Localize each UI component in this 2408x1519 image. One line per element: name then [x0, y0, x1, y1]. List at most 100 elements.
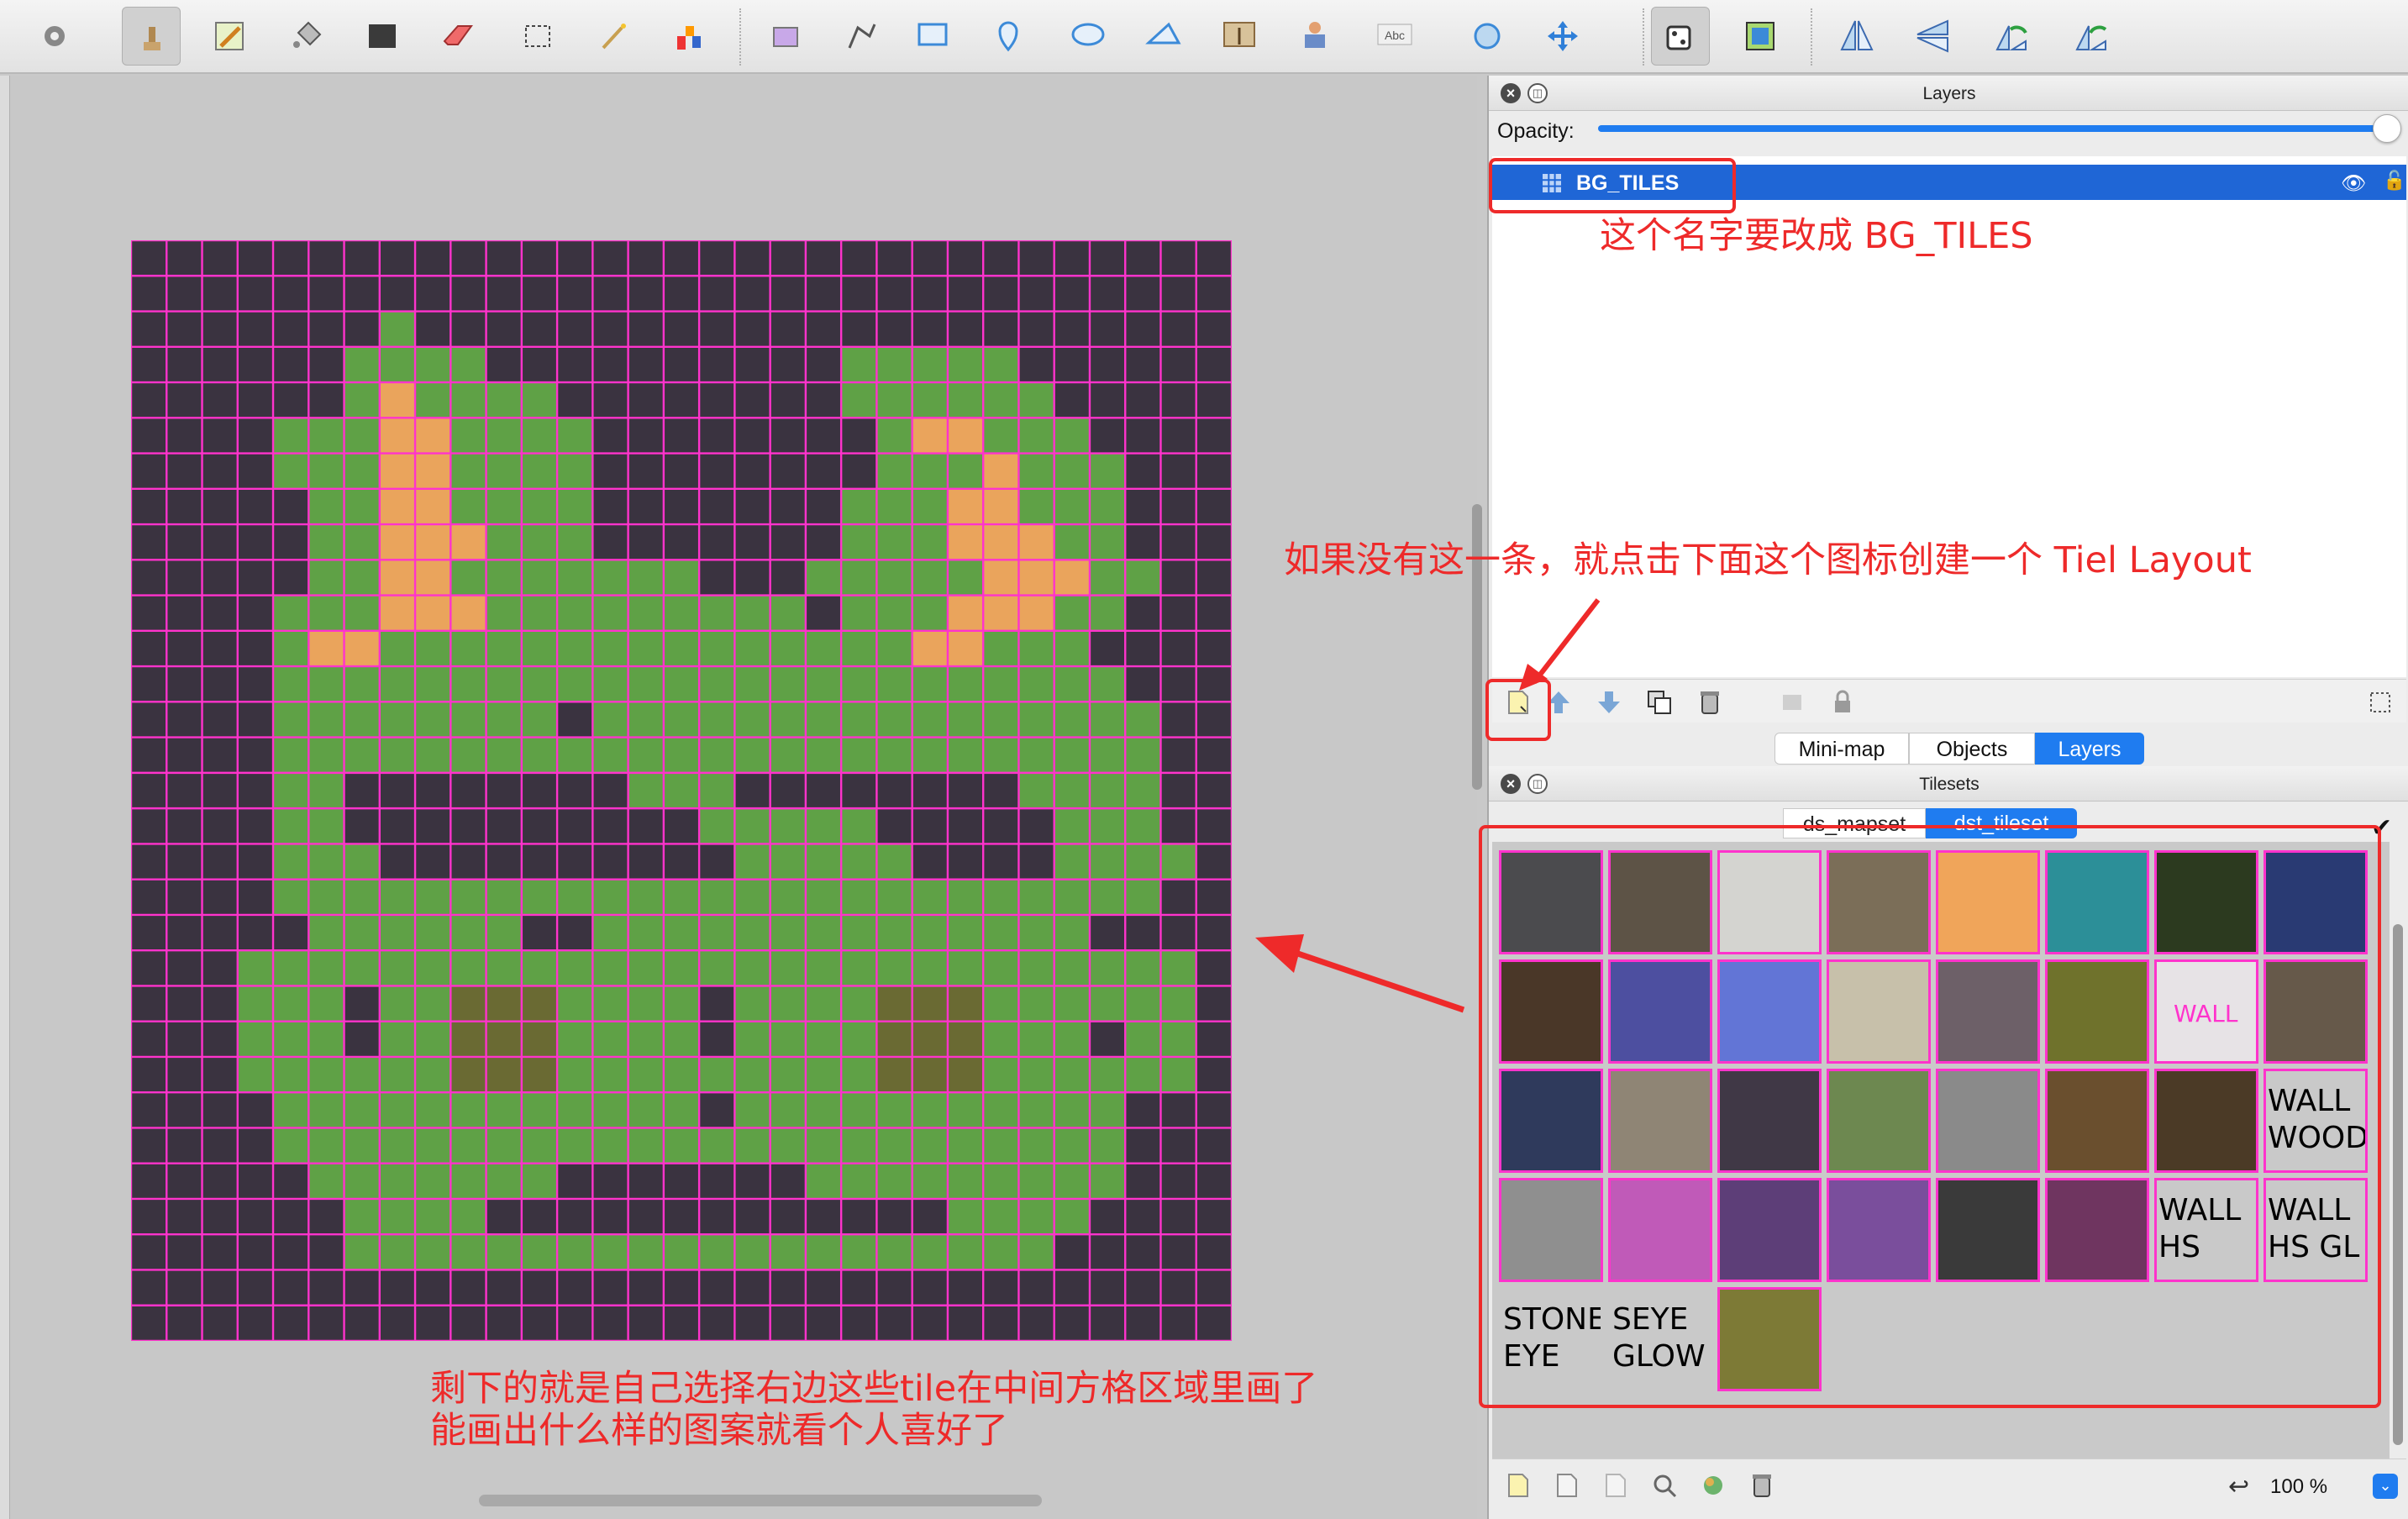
- map-tile[interactable]: [308, 240, 344, 276]
- map-tile[interactable]: [1125, 524, 1161, 560]
- map-tile[interactable]: [1125, 879, 1161, 915]
- map-tile[interactable]: [1125, 1234, 1161, 1270]
- map-tile[interactable]: [1125, 737, 1161, 773]
- map-tile[interactable]: [344, 1234, 380, 1270]
- map-tile[interactable]: [1160, 808, 1196, 844]
- map-tile[interactable]: [166, 311, 202, 347]
- map-tile[interactable]: [1160, 772, 1196, 809]
- map-tile[interactable]: [1125, 1021, 1161, 1057]
- map-tile[interactable]: [1196, 524, 1232, 560]
- map-tile[interactable]: [273, 418, 309, 454]
- magic-wand-tool-button[interactable]: [584, 7, 643, 66]
- map-tile[interactable]: [734, 1305, 770, 1341]
- map-tile[interactable]: [450, 879, 486, 915]
- random-tool-button[interactable]: [1651, 7, 1710, 66]
- map-tile[interactable]: [876, 666, 912, 702]
- map-tile[interactable]: [379, 560, 416, 596]
- map-tile[interactable]: [308, 1305, 344, 1341]
- map-tile[interactable]: [841, 1021, 877, 1057]
- map-tile[interactable]: [344, 914, 380, 951]
- map-tile[interactable]: [592, 1127, 628, 1164]
- map-tile[interactable]: [308, 488, 344, 525]
- map-tile[interactable]: [237, 702, 274, 738]
- map-tile[interactable]: [912, 382, 948, 418]
- map-tile[interactable]: [947, 276, 984, 312]
- map-tile[interactable]: [663, 240, 700, 276]
- map-tile[interactable]: [379, 382, 416, 418]
- map-tile[interactable]: [237, 276, 274, 312]
- tab-objects[interactable]: Objects: [1909, 733, 2035, 765]
- visibility-eye-icon[interactable]: 👁: [2341, 171, 2366, 196]
- map-tile[interactable]: [557, 453, 593, 489]
- map-tile[interactable]: [876, 524, 912, 560]
- map-tile[interactable]: [486, 1092, 522, 1128]
- map-tile[interactable]: [734, 914, 770, 951]
- map-tile[interactable]: [166, 772, 202, 809]
- map-tile[interactable]: [1160, 311, 1196, 347]
- map-tile[interactable]: [912, 666, 948, 702]
- map-tile[interactable]: [628, 879, 664, 915]
- map-tile[interactable]: [308, 1021, 344, 1057]
- map-tile[interactable]: [592, 311, 628, 347]
- map-tile[interactable]: [237, 1269, 274, 1306]
- tilemap-tool-button[interactable]: [1731, 7, 1790, 66]
- map-tile[interactable]: [273, 702, 309, 738]
- map-tile[interactable]: [663, 382, 700, 418]
- map-tile[interactable]: [628, 737, 664, 773]
- map-tile[interactable]: [628, 276, 664, 312]
- map-tile[interactable]: [734, 382, 770, 418]
- map-tile[interactable]: [983, 1021, 1019, 1057]
- map-tile[interactable]: [237, 1198, 274, 1235]
- map-tile[interactable]: [1054, 453, 1090, 489]
- map-tile[interactable]: [770, 1056, 806, 1093]
- map-tile[interactable]: [1054, 950, 1090, 986]
- map-tile[interactable]: [947, 240, 984, 276]
- map-tile[interactable]: [841, 1092, 877, 1128]
- map-tile[interactable]: [308, 666, 344, 702]
- map-tile[interactable]: [1160, 1198, 1196, 1235]
- map-tile[interactable]: [202, 1234, 238, 1270]
- map-tile[interactable]: [415, 346, 451, 383]
- map-tile[interactable]: [379, 1056, 416, 1093]
- map-tile[interactable]: [131, 346, 167, 383]
- map-tile[interactable]: [770, 702, 806, 738]
- map-tile[interactable]: [770, 1305, 806, 1341]
- map-tile[interactable]: [273, 560, 309, 596]
- map-tile[interactable]: [557, 311, 593, 347]
- embed-tileset-icon[interactable]: [1553, 1471, 1581, 1500]
- map-tile[interactable]: [663, 560, 700, 596]
- map-tile[interactable]: [202, 240, 238, 276]
- tab-layers[interactable]: Layers: [2035, 733, 2144, 765]
- map-tile[interactable]: [628, 1127, 664, 1164]
- settings-tool-button[interactable]: [25, 7, 84, 66]
- map-tile[interactable]: [699, 595, 735, 631]
- tileset-properties-icon[interactable]: [1650, 1471, 1679, 1500]
- map-tile[interactable]: [202, 1269, 238, 1306]
- map-tile[interactable]: [379, 1092, 416, 1128]
- lock-layer-icon[interactable]: [1828, 688, 1857, 717]
- map-tile[interactable]: [344, 737, 380, 773]
- map-tile[interactable]: [663, 844, 700, 880]
- map-tile[interactable]: [166, 879, 202, 915]
- map-tile[interactable]: [912, 950, 948, 986]
- map-tile[interactable]: [1089, 1163, 1126, 1199]
- map-tile[interactable]: [237, 1163, 274, 1199]
- map-tile[interactable]: [486, 453, 522, 489]
- map-tile[interactable]: [166, 488, 202, 525]
- map-tile[interactable]: [450, 808, 486, 844]
- map-tile[interactable]: [592, 1198, 628, 1235]
- map-tile[interactable]: [237, 346, 274, 383]
- polygon-tool-button[interactable]: [1134, 7, 1193, 66]
- map-tile[interactable]: [770, 488, 806, 525]
- map-tile[interactable]: [628, 346, 664, 383]
- map-tile[interactable]: [486, 808, 522, 844]
- map-tile[interactable]: [1089, 488, 1126, 525]
- map-tile[interactable]: [450, 1056, 486, 1093]
- map-tile[interactable]: [841, 879, 877, 915]
- map-tile[interactable]: [557, 986, 593, 1022]
- map-tile[interactable]: [1018, 879, 1054, 915]
- map-tile[interactable]: [912, 702, 948, 738]
- map-tile[interactable]: [805, 524, 842, 560]
- map-tile[interactable]: [699, 560, 735, 596]
- map-tile[interactable]: [805, 772, 842, 809]
